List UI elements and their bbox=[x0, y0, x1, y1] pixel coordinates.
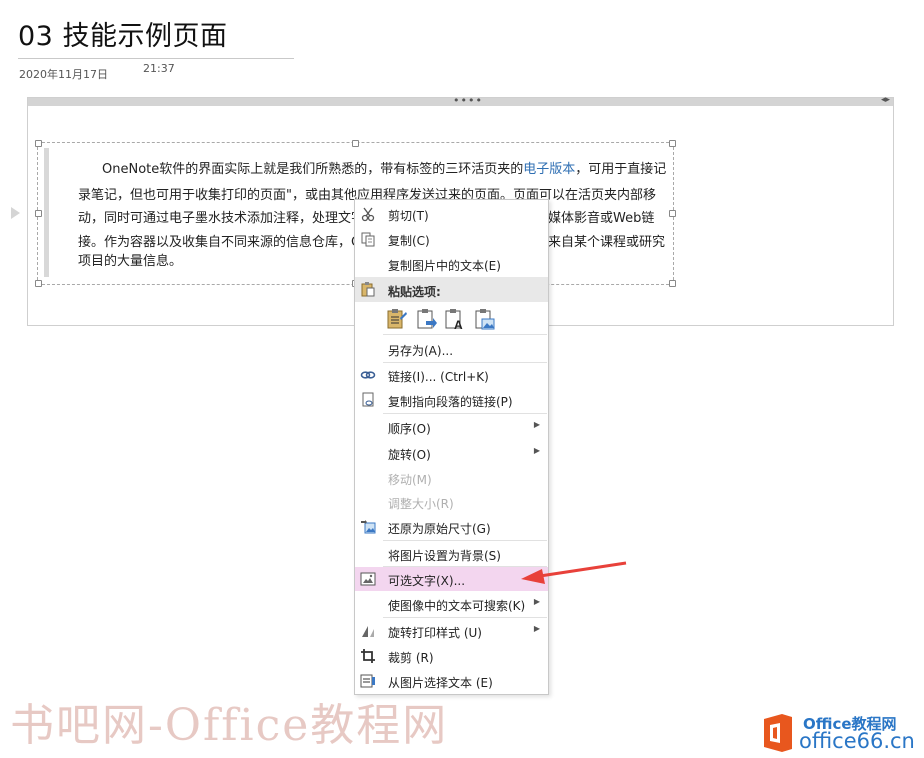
image-text-line1: OneNote软件的界面实际上就是我们所熟悉的，带有标签的三环活页夹的 bbox=[102, 162, 524, 177]
resize-handle[interactable] bbox=[669, 140, 676, 147]
office-logo-icon bbox=[760, 713, 796, 753]
paste-keep-format-icon[interactable] bbox=[385, 307, 409, 331]
title-divider bbox=[18, 58, 294, 59]
menu-item-cut[interactable]: 剪切(T) bbox=[355, 202, 548, 226]
menu-item-make-text-searchable[interactable]: 使图像中的文本可搜索(K) ▶ bbox=[355, 592, 548, 616]
resize-handle[interactable] bbox=[352, 140, 359, 147]
resize-handle[interactable] bbox=[669, 280, 676, 287]
resize-arrows-icon[interactable]: ◂▸ bbox=[881, 95, 890, 105]
menu-item-label: 另存为(A)... bbox=[388, 344, 454, 358]
page-title[interactable]: 03 技能示例页面 bbox=[18, 14, 227, 53]
menu-item-alt-text[interactable]: 可选文字(X)... bbox=[355, 567, 548, 591]
menu-item-link[interactable]: 链接(I)... (Ctrl+K) bbox=[355, 363, 548, 387]
menu-paste-options-header: 粘贴选项: bbox=[355, 277, 548, 302]
menu-item-label: 复制图片中的文本(E) bbox=[388, 259, 501, 273]
image-text-link[interactable]: 电子版本 bbox=[523, 162, 575, 177]
submenu-arrow-icon: ▶ bbox=[533, 446, 540, 455]
menu-item-label: 剪切(T) bbox=[388, 209, 429, 223]
submenu-arrow-icon: ▶ bbox=[533, 420, 540, 429]
menu-item-resize: 调整大小(R) bbox=[355, 490, 548, 514]
menu-item-crop[interactable]: 裁剪 (R) bbox=[355, 644, 548, 668]
menu-item-save-as[interactable]: 另存为(A)... bbox=[355, 337, 548, 361]
resize-handle[interactable] bbox=[35, 280, 42, 287]
menu-item-rotate[interactable]: 旋转(O) ▶ bbox=[355, 441, 548, 465]
menu-item-label: 调整大小(R) bbox=[388, 497, 454, 511]
resize-handle[interactable] bbox=[669, 210, 676, 217]
menu-item-label: 旋转(O) bbox=[388, 448, 431, 462]
copy-icon bbox=[360, 231, 376, 247]
menu-item-rotate-print-style[interactable]: 旋转打印样式 (U) ▶ bbox=[355, 619, 548, 643]
paste-options-label: 粘贴选项: bbox=[388, 285, 441, 299]
drag-handle-icon[interactable]: •••• bbox=[453, 94, 483, 107]
alt-text-icon bbox=[360, 571, 376, 587]
menu-separator bbox=[383, 413, 547, 414]
menu-item-copy-paragraph-link[interactable]: 复制指向段落的链接(P) bbox=[355, 388, 548, 412]
menu-item-label: 裁剪 (R) bbox=[388, 651, 434, 665]
image-text-line3: 动，同时可通过电子墨水技术添加注释，处理文字 bbox=[78, 211, 365, 226]
page-date: 2020年11月17日 bbox=[19, 68, 108, 81]
scissors-icon bbox=[360, 206, 376, 222]
menu-separator bbox=[383, 334, 547, 335]
image-text-line4: 接。作为容器以及收集自不同来源的信息仓库，C bbox=[78, 235, 361, 250]
select-text-icon bbox=[360, 673, 376, 689]
rotate-print-icon bbox=[360, 623, 376, 639]
menu-item-restore-size[interactable]: 还原为原始尺寸(G) bbox=[355, 515, 548, 539]
context-menu[interactable]: 剪切(T) 复制(C) 复制图片中的文本(E) 粘贴选项: A 另存为(A)..… bbox=[354, 199, 549, 695]
image-text-line5: 项目的大量信息。 bbox=[78, 254, 183, 269]
submenu-arrow-icon: ▶ bbox=[533, 624, 540, 633]
branding-url: office66.cn bbox=[799, 729, 915, 753]
image-text-line1-end: ，可用于直接记 bbox=[575, 162, 667, 177]
menu-item-label: 可选文字(X)... bbox=[388, 574, 466, 588]
watermark-text: 书吧网-Office教程网 bbox=[10, 700, 449, 751]
page-time: 21:37 bbox=[143, 62, 175, 75]
container-top-bar[interactable]: •••• ◂▸ bbox=[28, 94, 893, 107]
menu-separator bbox=[383, 540, 547, 541]
paragraph-link-icon bbox=[360, 392, 376, 408]
menu-item-label: 复制指向段落的链接(P) bbox=[388, 395, 513, 409]
resize-handle[interactable] bbox=[35, 140, 42, 147]
paste-text-only-icon[interactable]: A bbox=[443, 307, 467, 332]
resize-handle[interactable] bbox=[35, 210, 42, 217]
menu-item-set-as-background[interactable]: 将图片设置为背景(S) bbox=[355, 542, 548, 566]
paste-merge-icon[interactable] bbox=[415, 307, 439, 331]
link-icon bbox=[360, 367, 376, 383]
menu-item-label: 移动(M) bbox=[388, 473, 432, 487]
menu-item-copy-image-text[interactable]: 复制图片中的文本(E) bbox=[355, 252, 548, 276]
restore-size-icon bbox=[360, 519, 376, 535]
menu-item-label: 还原为原始尺寸(G) bbox=[388, 522, 491, 536]
paragraph-marker-icon[interactable] bbox=[11, 207, 20, 219]
svg-text:A: A bbox=[454, 318, 463, 331]
menu-item-label: 顺序(O) bbox=[388, 422, 431, 436]
image-text-line4-right: 来自某个课程或研究 bbox=[548, 235, 666, 250]
menu-item-label: 使图像中的文本可搜索(K) bbox=[388, 599, 526, 613]
menu-item-label: 链接(I)... (Ctrl+K) bbox=[388, 370, 489, 384]
menu-item-label: 复制(C) bbox=[388, 234, 430, 248]
menu-item-label: 旋转打印样式 (U) bbox=[388, 626, 482, 640]
image-left-bar bbox=[44, 148, 49, 277]
menu-item-move: 移动(M) bbox=[355, 466, 548, 490]
menu-item-label: 将图片设置为背景(S) bbox=[388, 549, 501, 563]
menu-item-order[interactable]: 顺序(O) ▶ bbox=[355, 415, 548, 439]
image-text-line3-right: 媒体影音或Web链 bbox=[548, 211, 655, 226]
paste-picture-icon[interactable] bbox=[473, 307, 497, 331]
crop-icon bbox=[360, 648, 376, 664]
submenu-arrow-icon: ▶ bbox=[533, 597, 540, 606]
paste-icon bbox=[360, 281, 376, 300]
menu-separator bbox=[383, 617, 547, 618]
menu-item-copy[interactable]: 复制(C) bbox=[355, 227, 548, 251]
